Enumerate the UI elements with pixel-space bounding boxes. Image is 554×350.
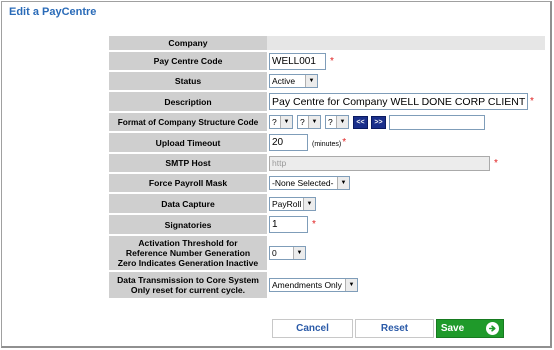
force-payroll-mask-select[interactable]: -None Selected- ▼	[269, 176, 350, 190]
required-marker: *	[330, 55, 334, 67]
company-value	[267, 36, 545, 52]
description-label: Description	[109, 92, 267, 113]
upload-timeout-row: Upload Timeout 20 (minutes) *	[109, 133, 545, 154]
pay-centre-code-row: Pay Centre Code WELL001 *	[109, 52, 545, 72]
required-marker: *	[312, 219, 316, 230]
company-row: Company	[109, 36, 545, 52]
pay-centre-code-input[interactable]: WELL001	[269, 52, 326, 70]
minutes-unit: (minutes)	[312, 141, 342, 148]
pay-centre-code-label: Pay Centre Code	[109, 52, 267, 72]
format-select-3[interactable]: ? ▼	[325, 115, 349, 129]
description-input[interactable]: Pay Centre for Company WELL DONE CORP CL…	[269, 93, 528, 110]
data-transmission-row: Data Transmission to Core System Only re…	[109, 272, 545, 300]
required-marker: *	[530, 96, 534, 107]
required-marker: *	[494, 157, 498, 169]
data-capture-select[interactable]: PayRoll ▼	[269, 196, 316, 211]
chevron-down-icon: ▼	[293, 247, 305, 259]
data-capture-row: Data Capture PayRoll ▼	[109, 194, 545, 215]
activation-threshold-label: Activation Threshold for Reference Numbe…	[109, 236, 267, 272]
description-row: Description Pay Centre for Company WELL …	[109, 92, 545, 113]
format-row: Format of Company Structure Code ? ▼ ? ▼…	[109, 113, 545, 133]
prev-button[interactable]: <<	[353, 115, 368, 129]
status-select[interactable]: Active ▼	[269, 74, 318, 88]
save-button[interactable]: Save	[436, 319, 504, 338]
format-select-1[interactable]: ? ▼	[269, 115, 293, 129]
chevron-down-icon: ▼	[303, 197, 315, 210]
activation-threshold-select[interactable]: 0 ▼	[269, 246, 306, 260]
signatories-row: Signatories 1 *	[109, 215, 545, 236]
data-capture-label: Data Capture	[109, 194, 267, 215]
status-row: Status Active ▼	[109, 72, 545, 92]
chevron-down-icon: ▼	[305, 75, 317, 87]
signatories-input[interactable]: 1	[269, 216, 308, 233]
status-label: Status	[109, 72, 267, 92]
company-label: Company	[109, 36, 267, 52]
reset-button[interactable]: Reset	[355, 319, 434, 338]
chevron-down-icon: ▼	[336, 116, 348, 128]
format-select-2[interactable]: ? ▼	[297, 115, 321, 129]
force-payroll-mask-label: Force Payroll Mask	[109, 174, 267, 194]
upload-timeout-label: Upload Timeout	[109, 133, 267, 154]
format-text-input[interactable]	[389, 114, 485, 130]
smtp-host-row: SMTP Host http *	[109, 154, 545, 174]
upload-timeout-input[interactable]: 20	[269, 134, 308, 151]
format-label: Format of Company Structure Code	[109, 113, 267, 133]
force-payroll-mask-row: Force Payroll Mask -None Selected- ▼	[109, 174, 545, 194]
arrow-right-icon	[486, 322, 500, 335]
smtp-host-input[interactable]: http	[269, 155, 490, 171]
activation-threshold-row: Activation Threshold for Reference Numbe…	[109, 236, 545, 272]
smtp-host-label: SMTP Host	[109, 154, 267, 174]
cancel-button[interactable]: Cancel	[272, 319, 353, 338]
data-transmission-label: Data Transmission to Core System Only re…	[109, 272, 267, 300]
page-title: Edit a PayCentre	[9, 6, 97, 18]
next-button[interactable]: >>	[371, 115, 386, 129]
chevron-down-icon: ▼	[308, 116, 320, 128]
signatories-label: Signatories	[109, 215, 267, 236]
required-marker: *	[342, 137, 347, 148]
edit-pay-centre-form: Company Pay Centre Code WELL001 * Status…	[109, 36, 545, 300]
data-transmission-select[interactable]: Amendments Only ▼	[269, 278, 358, 292]
save-button-label: Save	[440, 323, 465, 334]
chevron-down-icon: ▼	[345, 279, 357, 291]
chevron-down-icon: ▼	[337, 177, 349, 189]
chevron-down-icon: ▼	[280, 116, 292, 128]
